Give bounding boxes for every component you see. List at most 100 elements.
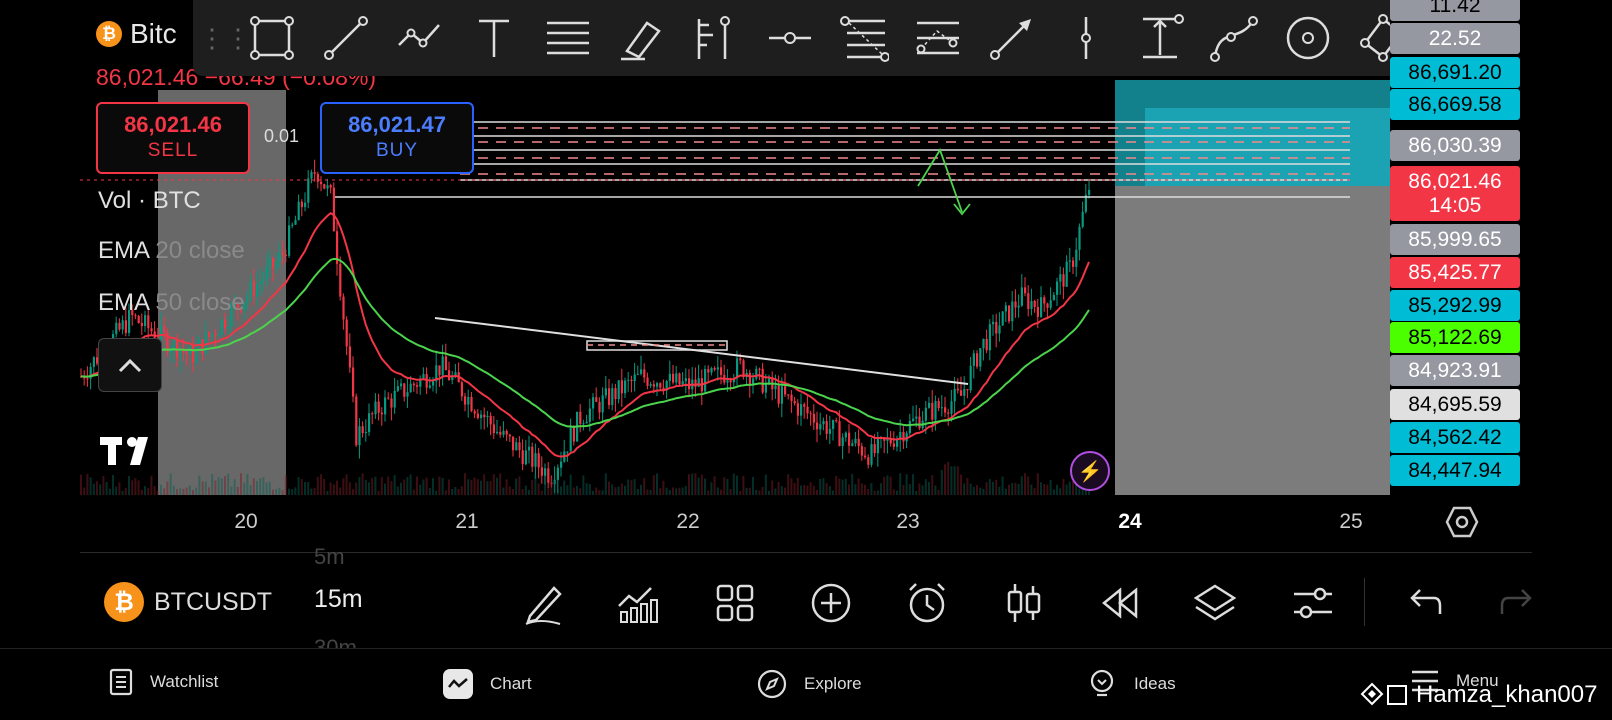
parallel-channel-icon[interactable] <box>543 13 593 63</box>
chart-settings-hex-icon[interactable] <box>1445 505 1479 544</box>
rectangle-icon[interactable] <box>247 13 297 63</box>
draw-icon[interactable] <box>520 580 566 626</box>
candle-body <box>608 388 611 406</box>
candle-body <box>448 370 451 381</box>
symbol-header[interactable]: ₿ Bitc <box>96 18 177 50</box>
volume-bar <box>262 477 265 495</box>
volume-bar <box>217 477 220 495</box>
price-label: 84,923.91 <box>1390 355 1520 386</box>
candle-body <box>320 181 323 185</box>
long-position-icon[interactable] <box>691 13 741 63</box>
candle-body <box>1004 305 1007 312</box>
nav-chart[interactable]: Chart <box>442 668 532 700</box>
volume-bar <box>252 478 255 495</box>
candle-body <box>1075 249 1078 267</box>
candle-body <box>857 438 860 447</box>
alert-icon[interactable] <box>904 580 950 626</box>
nav-explore[interactable]: Explore <box>756 668 862 700</box>
candle-body <box>483 414 486 418</box>
volume-bar <box>608 481 610 495</box>
trend-line-icon[interactable] <box>321 13 371 63</box>
arrow-icon[interactable] <box>987 13 1037 63</box>
price-scale[interactable]: 11.42 22.52 86,691.20 86,669.58 86,030.39 86,… <box>1390 0 1522 495</box>
candle-body <box>259 281 262 284</box>
volume-bar <box>883 476 886 495</box>
volume-bar <box>784 487 786 495</box>
volume-bar <box>656 473 658 495</box>
chart-type-icon[interactable] <box>1000 580 1046 626</box>
settings-icon[interactable] <box>1290 580 1336 626</box>
timeframe-option-below[interactable]: 30m <box>314 635 357 649</box>
path-icon[interactable] <box>395 13 445 63</box>
volume-bar <box>649 489 652 495</box>
timeframe-option-above[interactable]: 5m <box>314 544 345 570</box>
nav-explore-label: Explore <box>804 674 862 693</box>
buy-label: BUY <box>375 140 419 161</box>
undo-icon[interactable] <box>1400 580 1446 626</box>
time-tick-label: 21 <box>455 510 479 533</box>
redo-icon[interactable] <box>1496 580 1542 626</box>
volume-bar <box>537 483 540 495</box>
volume-bar <box>195 487 198 495</box>
volume-bar <box>489 481 492 495</box>
candle-body <box>371 413 374 415</box>
volume-bar <box>102 476 105 495</box>
candle-body <box>518 442 521 451</box>
candle-body <box>489 415 492 425</box>
volume-bar <box>700 474 703 495</box>
highlighter-icon[interactable] <box>617 13 667 63</box>
nav-ideas[interactable]: Ideas <box>1086 668 1176 700</box>
candle-body <box>688 378 691 390</box>
candle-body <box>284 254 287 256</box>
legend-collapse-button[interactable] <box>98 338 162 392</box>
candle-body <box>636 373 639 375</box>
volume-bar <box>441 477 444 495</box>
volume-bar <box>214 480 217 495</box>
add-icon[interactable] <box>808 580 854 626</box>
replay-icon[interactable] <box>1096 580 1142 626</box>
volume-bar <box>291 489 294 495</box>
candle-body <box>995 321 998 334</box>
volume-bar <box>710 482 713 495</box>
indicators-icon[interactable] <box>615 580 661 626</box>
order-quantity[interactable]: 0.01 <box>264 126 299 147</box>
volume-bar <box>643 478 646 495</box>
layout-icon[interactable] <box>712 580 758 626</box>
legend-volume[interactable]: Vol · BTC <box>98 187 201 215</box>
candle-body <box>620 380 623 394</box>
volume-bar <box>348 482 351 495</box>
fib-retracement-icon[interactable] <box>839 13 889 63</box>
drawing-toolbar: ⋮⋮ <box>193 0 1455 76</box>
symbol-selector[interactable]: ₿ BTCUSDT <box>104 582 272 622</box>
horizontal-ray-icon[interactable] <box>765 13 815 63</box>
lightning-icon[interactable]: ⚡ <box>1070 451 1110 491</box>
circle-icon[interactable] <box>1283 13 1333 63</box>
volume-bar <box>524 485 527 495</box>
price-range-icon[interactable] <box>1135 13 1185 63</box>
volume-bar <box>467 479 470 495</box>
candle-body <box>748 372 751 385</box>
vertical-line-icon[interactable] <box>1061 13 1111 63</box>
drag-handle-icon[interactable]: ⋮⋮ <box>199 23 251 54</box>
legend-ema50[interactable]: EMA 50 close <box>98 289 245 317</box>
text-icon[interactable] <box>469 13 519 63</box>
buy-button[interactable]: 86,021.47 BUY <box>320 102 474 174</box>
fib-extension-icon[interactable] <box>913 13 963 63</box>
volume-bar <box>201 481 204 495</box>
volume-bar <box>1052 489 1055 495</box>
volume-bar <box>729 489 732 495</box>
nav-watchlist[interactable]: Watchlist <box>108 668 218 696</box>
timeframe-selector[interactable]: 15m <box>314 585 363 614</box>
curve-icon[interactable] <box>1209 13 1259 63</box>
candle-body <box>956 388 959 391</box>
volume-bar <box>816 489 818 495</box>
sell-button[interactable]: 86,021.46 SELL <box>96 102 250 174</box>
volume-bar <box>844 478 847 495</box>
volume-bar <box>835 475 838 495</box>
volume-bar <box>140 489 143 495</box>
layers-icon[interactable] <box>1192 580 1238 626</box>
legend-ema20[interactable]: EMA 20 close <box>98 237 245 265</box>
candle-body <box>707 369 710 373</box>
candle-body <box>860 446 863 456</box>
volume-bar <box>848 484 850 495</box>
